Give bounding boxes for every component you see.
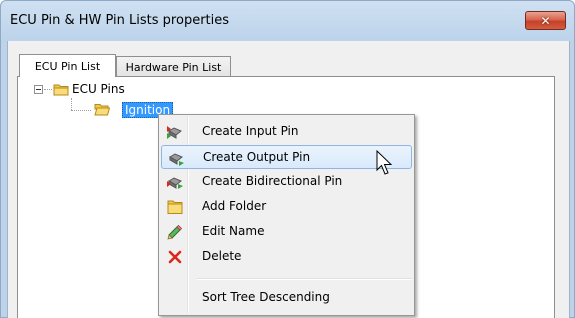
menu-item-label: Create Bidirectional Pin — [202, 174, 343, 188]
tree-connector — [71, 98, 72, 110]
pencil-icon — [167, 224, 183, 240]
menu-item-label: Create Input Pin — [202, 124, 299, 138]
menu-item-label: Add Folder — [202, 199, 267, 213]
menu-item-label: Sort Tree Descending — [202, 290, 330, 304]
menu-item-delete[interactable]: Delete — [161, 245, 412, 269]
menu-item-create-output-pin[interactable]: Create Output Pin — [161, 145, 412, 169]
close-button[interactable]: ✕ — [525, 11, 566, 30]
window-title: ECU Pin & HW Pin Lists properties — [10, 13, 230, 28]
collapse-toggle-icon[interactable] — [34, 85, 43, 94]
folder-icon — [53, 84, 69, 96]
mouse-pointer-icon — [376, 150, 393, 175]
folder-open-icon — [94, 104, 110, 116]
menu-separator — [197, 278, 412, 280]
menu-item-label: Delete — [202, 249, 242, 263]
tab-hardware-pin-list[interactable]: Hardware Pin List — [116, 56, 231, 77]
tree-connector — [44, 89, 52, 90]
tab-ecu-pin-list[interactable]: ECU Pin List — [19, 54, 116, 77]
menu-item-create-input-pin[interactable]: Create Input Pin — [161, 120, 412, 144]
folder-icon — [167, 200, 183, 214]
output-pin-icon — [169, 153, 184, 166]
menu-item-add-folder[interactable]: Add Folder — [161, 195, 412, 219]
menu-item-label: Create Output Pin — [203, 150, 311, 164]
bidirectional-pin-icon — [167, 177, 183, 189]
close-icon: ✕ — [540, 13, 551, 28]
menu-item-edit-name[interactable]: Edit Name — [161, 220, 412, 244]
menu-item-label: Edit Name — [202, 224, 265, 238]
context-menu: Create Input Pin Create Output Pin Creat… — [158, 114, 415, 316]
input-pin-icon — [167, 126, 182, 139]
tree-connector — [71, 110, 91, 111]
tab-label: ECU Pin List — [34, 59, 101, 73]
delete-x-icon — [168, 250, 182, 264]
menu-item-sort-tree-descending[interactable]: Sort Tree Descending — [161, 286, 412, 310]
tree-node-ecu-pins[interactable]: ECU Pins — [72, 82, 125, 96]
tab-label: Hardware Pin List — [125, 60, 222, 74]
menu-item-create-bidirectional-pin[interactable]: Create Bidirectional Pin — [161, 170, 412, 194]
